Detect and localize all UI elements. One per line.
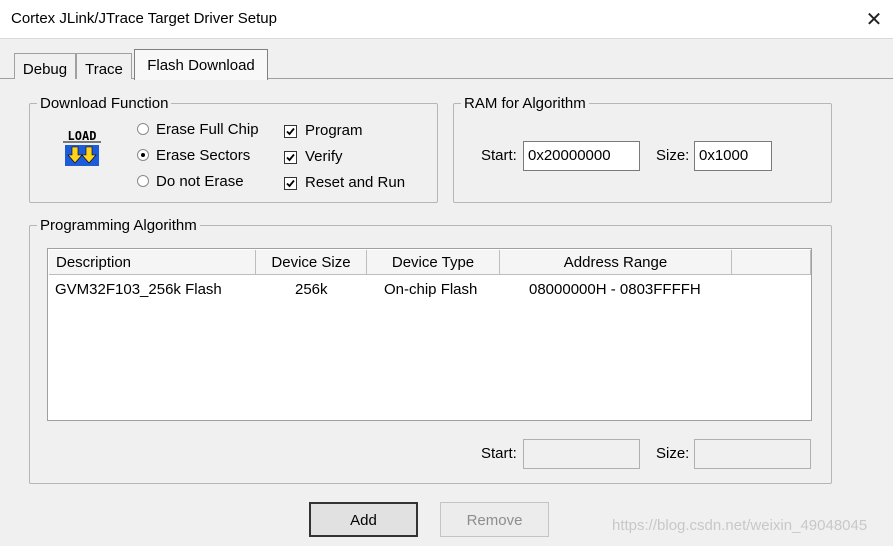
algorithm-size-input[interactable]	[694, 439, 811, 469]
reset-and-run-checkbox[interactable]	[284, 177, 297, 190]
reset-and-run-label: Reset and Run	[305, 174, 406, 191]
remove-button[interactable]: Remove	[440, 502, 549, 537]
ram-size-input[interactable]: 0x1000	[694, 141, 772, 171]
row-device-type: On-chip Flash	[384, 281, 478, 298]
tab-debug[interactable]: Debug	[14, 53, 76, 79]
column-header-device-type[interactable]: Device Type	[367, 250, 500, 275]
ram-start-input[interactable]: 0x20000000	[523, 141, 640, 171]
table-row[interactable]: GVM32F103_256k Flash 256k On-chip Flash …	[49, 277, 810, 301]
ram-size-label: Size:	[656, 147, 690, 164]
column-header-filler	[732, 250, 811, 275]
column-header-device-size[interactable]: Device Size	[256, 250, 367, 275]
row-address-range: 08000000H - 0803FFFFH	[529, 281, 701, 298]
title-bar: Cortex JLink/JTrace Target Driver Setup …	[0, 0, 893, 39]
add-button[interactable]: Add	[309, 502, 418, 537]
tab-flash-download[interactable]: Flash Download	[134, 49, 268, 80]
algorithm-list[interactable]: Description Device Size Device Type Addr…	[47, 248, 812, 421]
tab-trace[interactable]: Trace	[76, 53, 132, 79]
erase-full-chip-label: Erase Full Chip	[156, 121, 259, 138]
erase-sectors-label: Erase Sectors	[156, 147, 251, 164]
download-function-label: Download Function	[37, 95, 172, 113]
check-icon	[286, 179, 295, 188]
row-description: GVM32F103_256k Flash	[55, 281, 222, 298]
program-label: Program	[305, 122, 363, 139]
programming-algorithm-label: Programming Algorithm	[37, 217, 200, 235]
verify-checkbox[interactable]	[284, 151, 297, 164]
close-icon: ✕	[865, 8, 883, 31]
window-title: Cortex JLink/JTrace Target Driver Setup	[11, 10, 277, 27]
program-checkbox[interactable]	[284, 125, 297, 138]
watermark: https://blog.csdn.net/weixin_49048045	[612, 517, 868, 534]
algorithm-size-label: Size:	[656, 445, 690, 462]
check-icon	[286, 153, 295, 162]
ram-start-label: Start:	[481, 147, 517, 164]
erase-sectors-radio[interactable]	[137, 149, 149, 161]
erase-full-chip-radio[interactable]	[137, 123, 149, 135]
do-not-erase-label: Do not Erase	[156, 173, 244, 190]
algorithm-start-input[interactable]	[523, 439, 640, 469]
close-button[interactable]: ✕	[856, 2, 892, 36]
do-not-erase-radio[interactable]	[137, 175, 149, 187]
ram-for-algorithm-label: RAM for Algorithm	[461, 95, 589, 113]
column-header-address-range[interactable]: Address Range	[500, 250, 732, 275]
verify-label: Verify	[305, 148, 343, 165]
algorithm-start-label: Start:	[481, 445, 517, 462]
load-icon-text: LOAD	[68, 129, 97, 143]
load-icon: LOAD	[62, 127, 102, 167]
column-header-description[interactable]: Description	[49, 250, 256, 275]
check-icon	[286, 127, 295, 136]
row-device-size: 256k	[295, 281, 328, 298]
